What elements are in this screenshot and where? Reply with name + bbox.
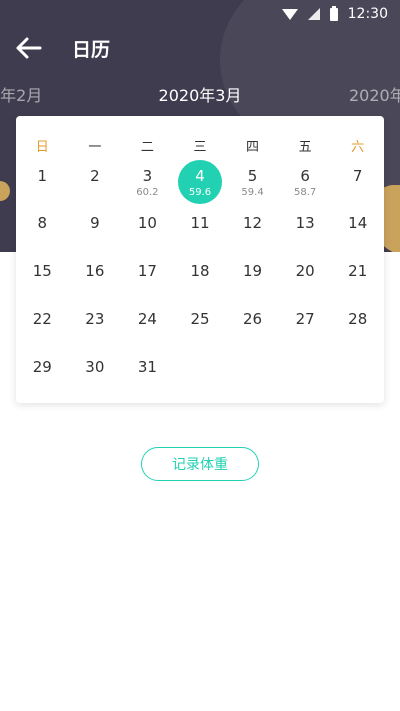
weekday-label: 日 bbox=[35, 140, 49, 155]
weekday-label: 三 bbox=[193, 140, 207, 155]
day-number: 18 bbox=[190, 262, 210, 280]
page-title: 日历 bbox=[72, 38, 111, 61]
decor-dot bbox=[0, 181, 10, 201]
day-number: 27 bbox=[295, 310, 315, 328]
calendar-day[interactable]: 25 bbox=[174, 309, 227, 329]
calendar-day[interactable]: 14 bbox=[331, 213, 384, 233]
day-number: 3 bbox=[142, 167, 153, 185]
day-number: 7 bbox=[352, 167, 363, 185]
calendar-day[interactable]: 9 bbox=[69, 213, 122, 233]
calendar-day[interactable]: 27 bbox=[279, 309, 332, 329]
day-number: 8 bbox=[37, 214, 48, 232]
wifi-icon bbox=[281, 8, 298, 20]
day-weight: 59.6 bbox=[188, 187, 212, 198]
back-button[interactable] bbox=[0, 28, 58, 68]
calendar-day[interactable]: 16 bbox=[69, 261, 122, 281]
weekday-label: 一 bbox=[88, 140, 102, 155]
day-number: 1 bbox=[37, 167, 48, 185]
status-bar: 12:30 bbox=[0, 0, 400, 28]
day-number: 29 bbox=[32, 358, 52, 376]
calendar-day[interactable]: 10 bbox=[121, 213, 174, 233]
calendar-day[interactable]: 12 bbox=[226, 213, 279, 233]
day-number: 16 bbox=[85, 262, 105, 280]
day-number: 14 bbox=[348, 214, 368, 232]
calendar-day[interactable]: 15 bbox=[16, 261, 69, 281]
calendar-card: 日 一 二 三 四 五 六 1 2 3 60.2 4 59.6 5 59.4 6 58.7 7 8 9 1… bbox=[16, 116, 384, 403]
weekday-header: 日 一 二 三 四 五 六 bbox=[16, 136, 384, 155]
calendar-day[interactable]: 5 59.4 bbox=[226, 166, 279, 199]
calendar-day[interactable]: 23 bbox=[69, 309, 122, 329]
arrow-left-icon bbox=[16, 37, 42, 59]
calendar-day[interactable]: 7 bbox=[331, 166, 384, 186]
weekday-label: 五 bbox=[298, 140, 312, 155]
day-number: 25 bbox=[190, 310, 210, 328]
app-bar: 日历 bbox=[0, 28, 400, 68]
calendar-day[interactable]: 30 bbox=[69, 357, 122, 377]
day-number: 20 bbox=[295, 262, 315, 280]
day-number: 5 bbox=[247, 167, 258, 185]
calendar-day[interactable]: 26 bbox=[226, 309, 279, 329]
calendar-day[interactable]: 22 bbox=[16, 309, 69, 329]
day-number: 4 bbox=[195, 167, 205, 185]
record-weight-button[interactable]: 记录体重 bbox=[141, 447, 259, 481]
calendar-day[interactable]: 2 bbox=[69, 166, 122, 186]
calendar-day[interactable]: 17 bbox=[121, 261, 174, 281]
day-number: 13 bbox=[295, 214, 315, 232]
calendar-day[interactable]: 11 bbox=[174, 213, 227, 233]
calendar-day[interactable]: 28 bbox=[331, 309, 384, 329]
calendar-day[interactable]: 24 bbox=[121, 309, 174, 329]
day-number: 17 bbox=[137, 262, 157, 280]
calendar-day[interactable]: 19 bbox=[226, 261, 279, 281]
day-weight: 58.7 bbox=[293, 187, 317, 198]
calendar-day[interactable]: 18 bbox=[174, 261, 227, 281]
calendar-day[interactable]: 8 bbox=[16, 213, 69, 233]
day-number: 11 bbox=[190, 214, 210, 232]
calendar-day[interactable]: 1 bbox=[16, 166, 69, 186]
battery-icon bbox=[329, 5, 338, 21]
day-number: 9 bbox=[90, 214, 100, 232]
day-number: 15 bbox=[32, 262, 52, 280]
day-number: 28 bbox=[348, 310, 368, 328]
weekday-label: 四 bbox=[246, 140, 260, 155]
weekday-label: 六 bbox=[351, 140, 365, 155]
current-month: 2020年3月 bbox=[158, 86, 242, 105]
calendar-day[interactable]: 21 bbox=[331, 261, 384, 281]
day-weight: 59.4 bbox=[241, 187, 264, 198]
day-weight: 60.2 bbox=[136, 187, 159, 198]
day-number: 2 bbox=[90, 167, 100, 185]
day-number: 24 bbox=[137, 310, 157, 328]
day-number: 26 bbox=[243, 310, 263, 328]
day-number: 22 bbox=[32, 310, 52, 328]
day-number: 12 bbox=[243, 214, 263, 232]
calendar-day[interactable]: 31 bbox=[121, 357, 174, 377]
next-month[interactable]: 2020年 bbox=[349, 82, 400, 106]
day-number: 10 bbox=[137, 214, 157, 232]
calendar-day[interactable]: 29 bbox=[16, 357, 69, 377]
prev-month[interactable]: 0年2月 bbox=[0, 82, 42, 106]
status-time: 12:30 bbox=[347, 6, 388, 22]
calendar-day[interactable]: 3 60.2 bbox=[121, 166, 174, 199]
day-number: 21 bbox=[348, 262, 368, 280]
calendar-day[interactable]: 20 bbox=[279, 261, 332, 281]
day-number: 6 bbox=[300, 167, 310, 185]
day-number: 23 bbox=[85, 310, 105, 328]
signal-icon bbox=[307, 8, 320, 20]
day-number: 19 bbox=[243, 262, 263, 280]
month-selector: 2020年3月 0年2月 2020年 bbox=[0, 80, 400, 106]
calendar-day[interactable]: 6 58.7 bbox=[279, 166, 332, 199]
calendar-day[interactable]: 13 bbox=[279, 213, 332, 233]
calendar-day[interactable]: 4 59.6 bbox=[174, 160, 227, 204]
weekday-label: 二 bbox=[140, 140, 154, 155]
day-number: 30 bbox=[85, 358, 105, 376]
day-number: 31 bbox=[137, 358, 157, 376]
